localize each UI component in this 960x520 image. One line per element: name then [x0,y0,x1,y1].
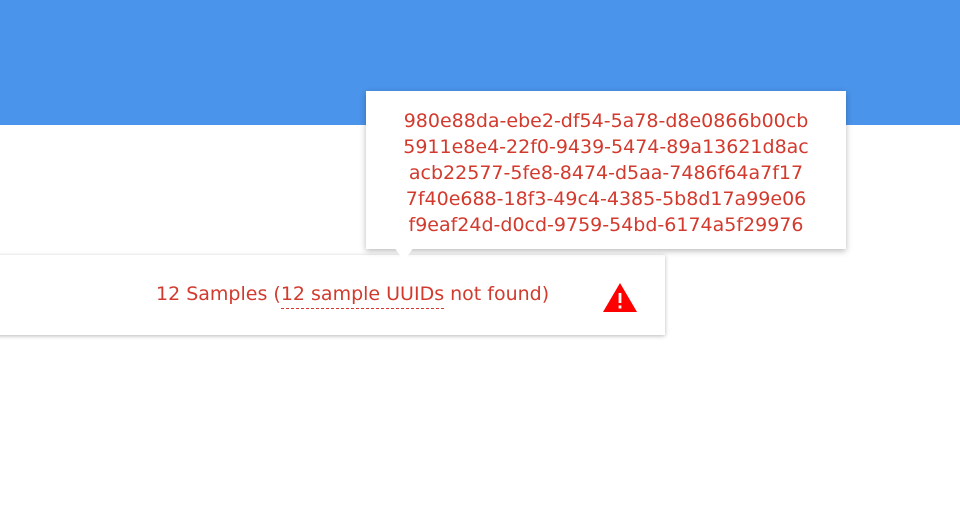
warning-icon [603,283,637,312]
sample-status-card: 12 Samples (12 sample UUIDs not found) [0,255,665,335]
uuid-item: 980e88da-ebe2-df54-5a78-d8e0866b00cb [403,110,809,132]
sample-count-label: 12 Samples ( [156,283,281,305]
missing-uuids-tooltip: 980e88da-ebe2-df54-5a78-d8e0866b00cb 591… [366,91,846,261]
uuid-item: acb22577-5fe8-8474-d5aa-7486f64a7f17 [408,162,804,184]
tooltip-arrow [394,247,414,261]
missing-uuids-link[interactable]: 12 sample UUIDs [280,283,445,309]
uuid-item: f9eaf24d-d0cd-9759-54bd-6174a5f29976 [408,214,804,236]
sample-status-text: 12 Samples (12 sample UUIDs not found) [156,282,550,309]
uuid-item: 5911e8e4-22f0-9439-5474-89a13621d8ac [403,136,809,158]
not-found-label: not found) [444,283,550,305]
uuid-item: 7f40e688-18f3-49c4-4385-5b8d17a99e06 [405,188,807,210]
